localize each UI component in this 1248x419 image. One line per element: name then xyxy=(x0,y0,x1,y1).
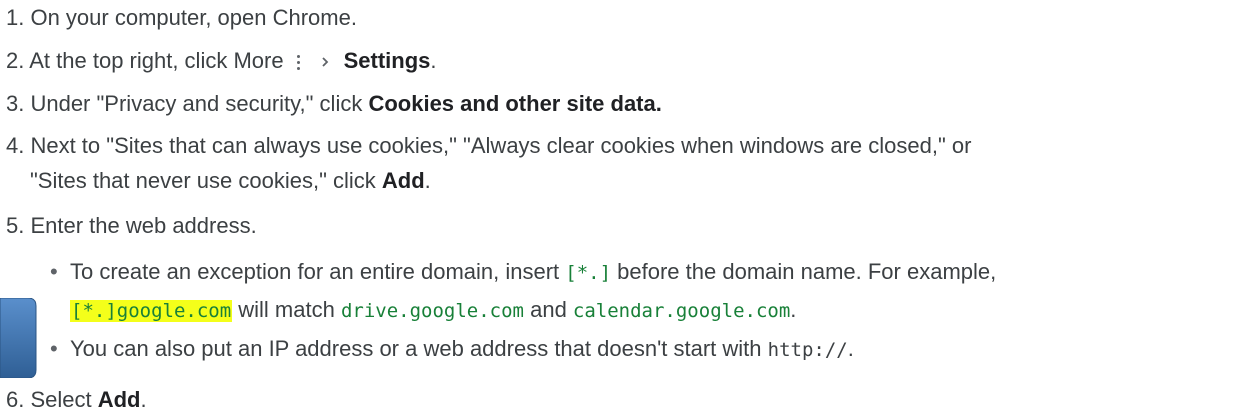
bullet-glyph: • xyxy=(50,336,58,361)
pointer-arrow-shape xyxy=(0,298,37,378)
more-vert-icon xyxy=(290,51,306,73)
step-5: 5. Enter the web address. xyxy=(6,212,257,240)
step-2-text: 2. At the top right, click More xyxy=(6,48,284,73)
bullet-glyph: • xyxy=(50,259,58,284)
step-6-text: 6. Select xyxy=(6,387,98,412)
chevron-right-icon xyxy=(321,57,328,67)
step-4-line-1: 4. Next to "Sites that can always use co… xyxy=(6,133,972,158)
code-drive: drive.google.com xyxy=(340,300,524,322)
add-label: Add xyxy=(381,168,425,193)
step-2: 2. At the top right, click More Settings. xyxy=(6,48,437,73)
step-1: 1. On your computer, open Chrome. xyxy=(6,4,357,32)
step-3-text: 3. Under "Privacy and security," click xyxy=(6,91,369,116)
step-4: 4. Next to "Sites that can always use co… xyxy=(6,132,971,160)
code-calendar: calendar.google.com xyxy=(572,300,791,322)
code-wildcard: [*.] xyxy=(565,262,612,284)
highlighted-example: [*.]google.com xyxy=(70,300,233,322)
step-5-text: 5. Enter the web address. xyxy=(6,213,257,238)
step-1-text: 1. On your computer, open Chrome. xyxy=(6,5,357,30)
step-4-continued: "Sites that never use cookies," click Ad… xyxy=(30,168,431,193)
bullet-1-continued: [*.]google.com will match drive.google.c… xyxy=(70,297,797,322)
cookies-label: Cookies and other site data. xyxy=(368,91,662,116)
bullet-1: • To create an exception for an entire do… xyxy=(50,259,997,284)
add-label-final: Add xyxy=(97,387,141,412)
step-3: 3. Under "Privacy and security," click C… xyxy=(6,90,662,118)
step-6: 6. Select Add. xyxy=(6,387,147,412)
code-http: http:// xyxy=(767,339,848,361)
settings-label: Settings xyxy=(343,48,431,73)
bullet-2: • You can also put an IP address or a web… xyxy=(50,336,854,361)
